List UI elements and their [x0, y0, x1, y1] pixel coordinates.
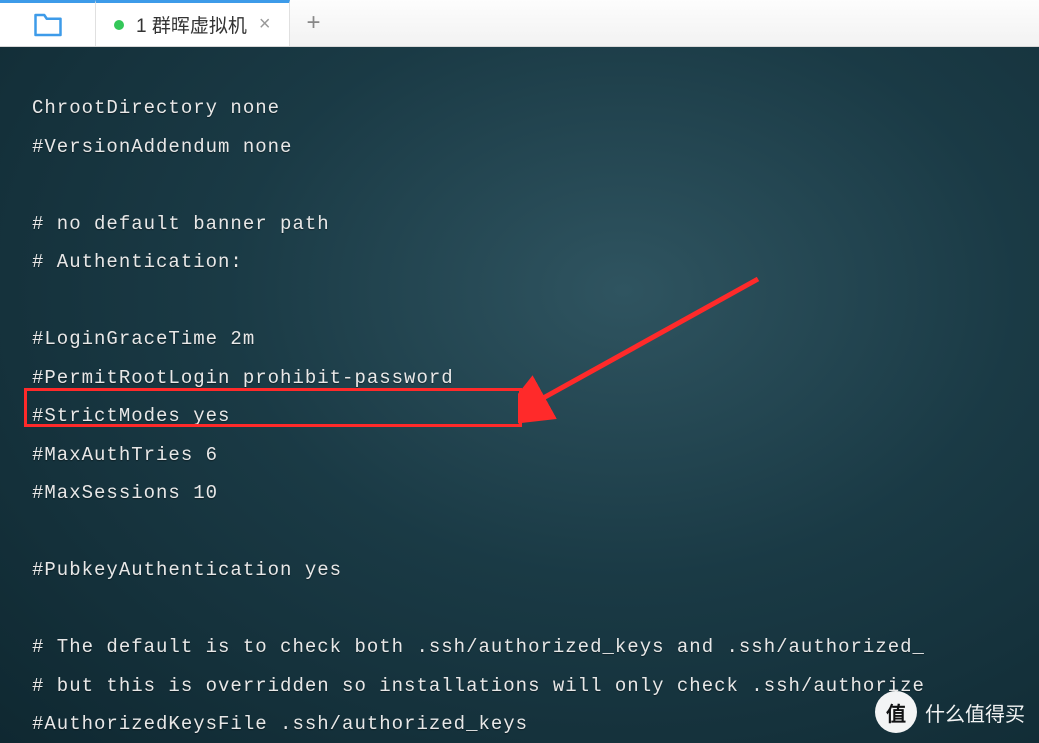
- code-line: # The default is to check both .ssh/auth…: [32, 628, 1039, 667]
- tab-bar: 1 群晖虚拟机 × +: [0, 0, 1039, 47]
- watermark: 值 什么值得买: [875, 691, 1025, 733]
- plus-icon: +: [307, 9, 321, 37]
- code-line: [32, 590, 1039, 629]
- code-line: #VersionAddendum none: [32, 128, 1039, 167]
- code-line: ChrootDirectory none: [32, 89, 1039, 128]
- code-line: #StrictModes yes: [32, 397, 1039, 436]
- watermark-badge: 值: [875, 691, 917, 733]
- new-tab-button[interactable]: +: [290, 0, 338, 46]
- code-line: [32, 166, 1039, 205]
- folder-icon: [33, 12, 63, 38]
- code-line: # Authentication:: [32, 243, 1039, 282]
- code-line: # no default banner path: [32, 205, 1039, 244]
- code-line: #MaxSessions 10: [32, 474, 1039, 513]
- editor-area[interactable]: ChrootDirectory none#VersionAddendum non…: [0, 47, 1039, 743]
- code-line: #MaxAuthTries 6: [32, 436, 1039, 475]
- tab-active[interactable]: 1 群晖虚拟机 ×: [96, 0, 290, 46]
- code-line: #LoginGraceTime 2m: [32, 320, 1039, 359]
- code-line: [32, 282, 1039, 321]
- open-folder-button[interactable]: [0, 0, 96, 46]
- code-line: #PubkeyAuthentication yes: [32, 551, 1039, 590]
- close-icon[interactable]: ×: [259, 13, 271, 36]
- tab-label: 1 群晖虚拟机: [136, 11, 247, 38]
- code-line: #PermitRootLogin prohibit-password: [32, 359, 1039, 398]
- modified-dot-icon: [114, 20, 124, 30]
- code-content: ChrootDirectory none#VersionAddendum non…: [32, 89, 1039, 743]
- code-line: [32, 513, 1039, 552]
- watermark-text: 什么值得买: [925, 698, 1025, 727]
